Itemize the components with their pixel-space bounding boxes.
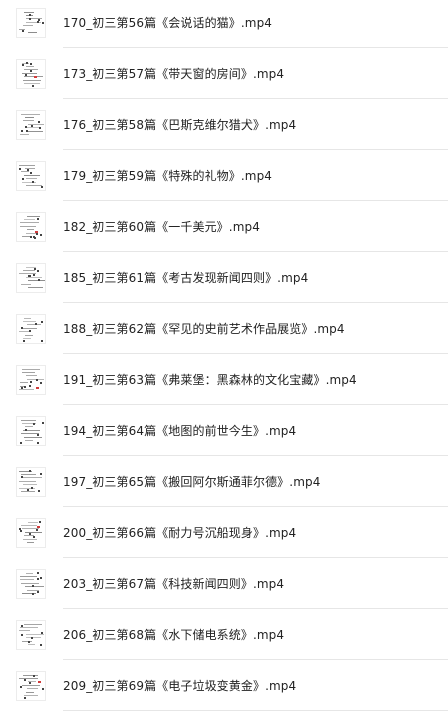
- file-row[interactable]: 209_初三第69篇《电子垃圾变黄金》.mp4: [0, 660, 448, 711]
- file-list: 170_初三第56篇《会说话的猫》.mp4 173_初三第57篇《带天窗的房间》…: [0, 0, 448, 712]
- file-row[interactable]: 185_初三第61篇《考古发现新闻四则》.mp4: [0, 252, 448, 303]
- video-thumbnail-icon: [16, 58, 46, 89]
- video-thumbnail-icon: [16, 568, 46, 599]
- video-thumbnail-icon: [16, 466, 46, 497]
- file-name: 194_初三第64篇《地图的前世今生》.mp4: [63, 424, 297, 438]
- file-name: 176_初三第58篇《巴斯克维尔猎犬》.mp4: [63, 118, 297, 132]
- file-name: 173_初三第57篇《带天窗的房间》.mp4: [63, 67, 285, 81]
- file-row[interactable]: 200_初三第66篇《耐力号沉船现身》.mp4: [0, 507, 448, 558]
- file-row[interactable]: 179_初三第59篇《特殊的礼物》.mp4: [0, 150, 448, 201]
- file-row[interactable]: 176_初三第58篇《巴斯克维尔猎犬》.mp4: [0, 99, 448, 150]
- file-name: 170_初三第56篇《会说话的猫》.mp4: [63, 16, 273, 30]
- file-row[interactable]: 203_初三第67篇《科技新闻四则》.mp4: [0, 558, 448, 609]
- file-name: 179_初三第59篇《特殊的礼物》.mp4: [63, 169, 273, 183]
- file-row[interactable]: 194_初三第64篇《地图的前世今生》.mp4: [0, 405, 448, 456]
- video-thumbnail-icon: [16, 364, 46, 395]
- video-thumbnail-icon: [16, 313, 46, 344]
- file-row[interactable]: 170_初三第56篇《会说话的猫》.mp4: [0, 0, 448, 48]
- file-name: 191_初三第63篇《弗莱堡：黑森林的文化宝藏》.mp4: [63, 373, 357, 387]
- video-thumbnail-icon: [16, 415, 46, 446]
- file-row[interactable]: 197_初三第65篇《搬回阿尔斯通菲尔德》.mp4: [0, 456, 448, 507]
- video-thumbnail-icon: [16, 160, 46, 191]
- video-thumbnail-icon: [16, 670, 46, 701]
- file-row[interactable]: 188_初三第62篇《罕见的史前艺术作品展览》.mp4: [0, 303, 448, 354]
- video-thumbnail-icon: [16, 211, 46, 242]
- file-name: 206_初三第68篇《水下储电系统》.mp4: [63, 628, 285, 642]
- video-thumbnail-icon: [16, 517, 46, 548]
- file-row[interactable]: 182_初三第60篇《一千美元》.mp4: [0, 201, 448, 252]
- file-name: 182_初三第60篇《一千美元》.mp4: [63, 220, 260, 234]
- video-thumbnail-icon: [16, 262, 46, 293]
- file-name: 188_初三第62篇《罕见的史前艺术作品展览》.mp4: [63, 322, 345, 336]
- file-name: 200_初三第66篇《耐力号沉船现身》.mp4: [63, 526, 297, 540]
- file-name: 185_初三第61篇《考古发现新闻四则》.mp4: [63, 271, 309, 285]
- file-row[interactable]: 206_初三第68篇《水下储电系统》.mp4: [0, 609, 448, 660]
- video-thumbnail-icon: [16, 619, 46, 650]
- file-row[interactable]: 173_初三第57篇《带天窗的房间》.mp4: [0, 48, 448, 99]
- file-name: 197_初三第65篇《搬回阿尔斯通菲尔德》.mp4: [63, 475, 321, 489]
- file-name: 209_初三第69篇《电子垃圾变黄金》.mp4: [63, 679, 297, 693]
- video-thumbnail-icon: [16, 7, 46, 38]
- video-thumbnail-icon: [16, 109, 46, 140]
- file-name: 203_初三第67篇《科技新闻四则》.mp4: [63, 577, 285, 591]
- file-row[interactable]: 191_初三第63篇《弗莱堡：黑森林的文化宝藏》.mp4: [0, 354, 448, 405]
